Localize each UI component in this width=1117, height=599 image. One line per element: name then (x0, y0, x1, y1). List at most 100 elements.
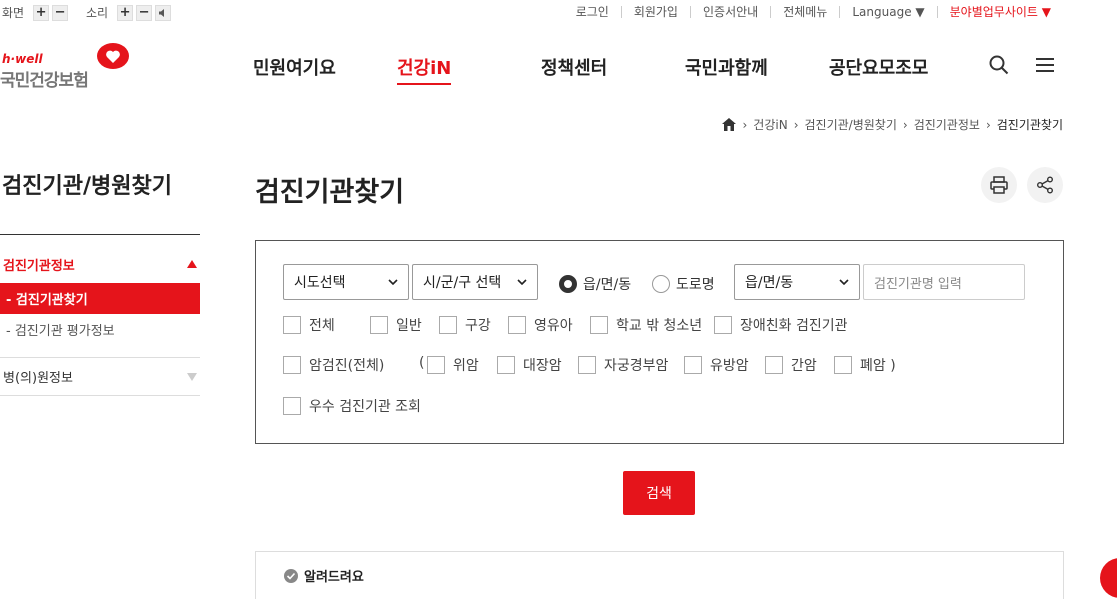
volume-up-button[interactable]: + (117, 4, 134, 21)
field-site-dropdown[interactable]: 분야별업무사이트 ▼ (938, 6, 1063, 18)
chevron-right-icon: › (742, 117, 748, 132)
checkbox-icon (834, 356, 852, 374)
checkbox-label: 학교 밖 청소년 (616, 318, 703, 334)
share-button[interactable] (1027, 167, 1063, 203)
checkbox-label: 대장암 (523, 358, 562, 374)
checkbox-icon (508, 316, 526, 334)
checkbox-lung[interactable]: 폐암 ) (834, 355, 896, 375)
print-button[interactable] (981, 167, 1017, 203)
checkbox-icon (283, 356, 301, 374)
scroll-top-button[interactable] (1100, 558, 1117, 598)
checkbox-label: 간암 (791, 358, 817, 374)
login-link[interactable]: 로그인 (564, 6, 622, 18)
nav-item-with-people[interactable]: 국민과함께 (685, 54, 768, 80)
radio-road[interactable]: 도로명 (652, 274, 715, 294)
sidebar: 검진기관정보 - 검진기관찾기 - 검진기관 평가정보 병(의)원정보 (0, 234, 200, 396)
sidebar-item-find-checkup[interactable]: - 검진기관찾기 (0, 283, 200, 314)
certificate-guide-link[interactable]: 인증서안내 (691, 6, 772, 18)
sound-control: 소리 + − (86, 4, 172, 21)
sidebar-item-checkup-evaluation[interactable]: - 검진기관 평가정보 (0, 314, 200, 345)
radio-dong-label: 읍/면/동 (583, 277, 632, 293)
search-form: 시도선택 시/군/구 선택 읍/면/동 도로명 읍/면/동 검진기관명 입력 전… (255, 240, 1064, 444)
checkbox-icon (283, 397, 301, 415)
checkbox-label: 암검진(전체) (309, 358, 385, 374)
checkbox-icon (370, 316, 388, 334)
chevron-right-icon: › (902, 117, 908, 132)
sigungu-select[interactable]: 시/군/구 선택 (412, 264, 538, 300)
checkbox-all[interactable]: 전체 (283, 315, 335, 335)
speaker-icon[interactable] (155, 4, 172, 21)
paren-open: ( (419, 355, 425, 371)
checkbox-excellent-institution[interactable]: 우수 검진기관 조회 (283, 396, 421, 416)
breadcrumb-item[interactable]: 건강iN (753, 116, 787, 133)
checkbox-cancer-all[interactable]: 암검진(전체) (283, 355, 384, 375)
checkbox-label: 우수 검진기관 조회 (309, 399, 421, 415)
checkbox-label: 자궁경부암 (604, 358, 669, 374)
checkbox-infant[interactable]: 영유아 (508, 315, 573, 335)
dong-select-value: 읍/면/동 (745, 275, 794, 291)
nav-item-civil[interactable]: 민원여기요 (253, 54, 336, 80)
hamburger-menu-icon[interactable] (1036, 57, 1054, 73)
checkbox-disability-friendly[interactable]: 장애친화 검진기관 (714, 315, 848, 335)
radio-dong[interactable]: 읍/면/동 (559, 274, 631, 294)
check-circle-icon (284, 568, 298, 583)
screen-zoom-control: 화면 + − (2, 4, 69, 21)
nav-item-about[interactable]: 공단요모조모 (829, 54, 928, 80)
dong-select[interactable]: 읍/면/동 (734, 264, 860, 300)
sido-select[interactable]: 시도선택 (283, 264, 409, 300)
checkbox-liver[interactable]: 간암 (765, 355, 817, 375)
checkbox-out-of-school-youth[interactable]: 학교 밖 청소년 (590, 315, 702, 335)
checkbox-oral[interactable]: 구강 (439, 315, 491, 335)
volume-down-button[interactable]: − (136, 4, 153, 21)
checkbox-icon (765, 356, 783, 374)
checkbox-label: 전체 (309, 318, 335, 334)
checkbox-colon[interactable]: 대장암 (497, 355, 562, 375)
checkbox-label: 장애친화 검진기관 (740, 318, 848, 334)
checkbox-label: 구강 (465, 318, 491, 334)
breadcrumb-current: 검진기관찾기 (996, 118, 1063, 132)
chevron-down-icon (517, 279, 527, 285)
search-icon[interactable] (989, 55, 1009, 75)
sido-select-value: 시도선택 (294, 275, 346, 291)
checkbox-stomach[interactable]: 위암 (427, 355, 479, 375)
screen-label: 화면 (2, 6, 25, 20)
checkbox-icon (590, 316, 608, 334)
utility-links: 로그인 회원가입 인증서안내 전체메뉴 Language ▼ 분야별업무사이트 … (564, 6, 1063, 18)
radio-unchecked-icon (652, 275, 670, 293)
notice-title: 알려드려요 (304, 570, 364, 585)
checkbox-icon (497, 356, 515, 374)
institution-name-input[interactable]: 검진기관명 입력 (863, 264, 1025, 300)
sidebar-group-hospital-info[interactable]: 병(의)원정보 (0, 358, 200, 396)
radio-road-label: 도로명 (676, 277, 715, 293)
page-title: 검진기관찾기 (255, 177, 405, 208)
signup-link[interactable]: 회원가입 (622, 6, 691, 18)
sigungu-select-value: 시/군/구 선택 (423, 275, 502, 291)
checkbox-label: 유방암 (710, 358, 749, 374)
all-menu-link[interactable]: 전체메뉴 (771, 6, 841, 18)
nav-item-policy[interactable]: 정책센터 (541, 54, 607, 80)
checkbox-general[interactable]: 일반 (370, 315, 422, 335)
breadcrumb-item[interactable]: 검진기관/병원찾기 (805, 116, 897, 133)
zoom-in-button[interactable]: + (33, 4, 50, 21)
checkbox-icon (283, 316, 301, 334)
checkbox-breast[interactable]: 유방암 (684, 355, 749, 375)
sidebar-group-checkup-info[interactable]: 검진기관정보 (0, 245, 200, 283)
sidebar-title: 검진기관/병원찾기 (2, 174, 172, 199)
breadcrumb-item[interactable]: 검진기관정보 (914, 116, 980, 133)
zoom-out-button[interactable]: − (52, 4, 69, 21)
checkbox-cervical[interactable]: 자궁경부암 (578, 355, 668, 375)
checkbox-icon (684, 356, 702, 374)
home-icon[interactable] (722, 118, 737, 131)
search-button[interactable]: 검색 (623, 471, 695, 515)
utility-bar: 화면 + − 소리 + − 로그인 회원가입 인증서안내 전체메뉴 Langua… (0, 0, 1117, 26)
checkbox-icon (578, 356, 596, 374)
checkbox-icon (714, 316, 732, 334)
checkbox-label: 일반 (396, 318, 422, 334)
nav-item-health-in[interactable]: 건강iN (397, 54, 452, 85)
checkbox-label: 영유아 (534, 318, 573, 334)
language-dropdown[interactable]: Language ▼ (840, 6, 938, 18)
chevron-down-icon (388, 279, 398, 285)
chevron-down-icon (839, 279, 849, 285)
checkbox-icon (439, 316, 457, 334)
notice-panel: 알려드려요 (255, 551, 1064, 599)
